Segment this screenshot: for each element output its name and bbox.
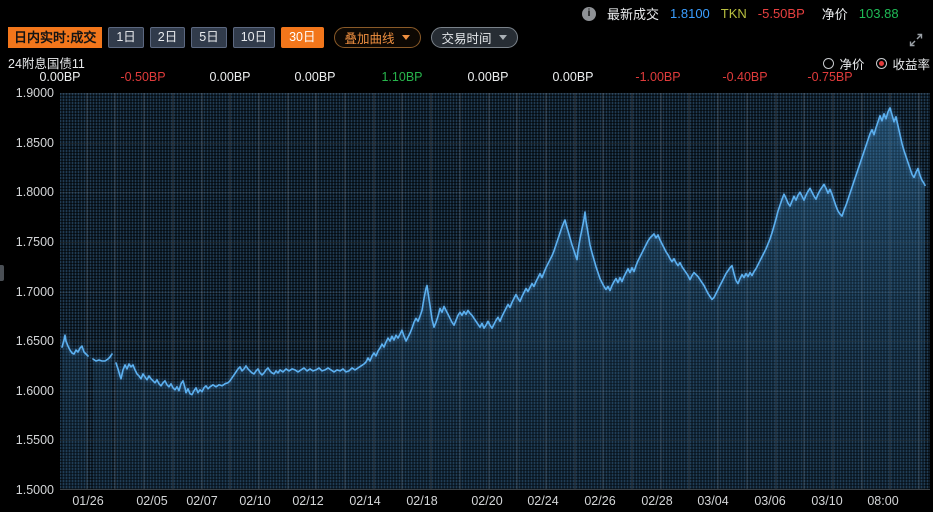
range-button-5日[interactable]: 5日 — [191, 27, 226, 48]
bp-change-label: 1.10BP — [357, 70, 447, 84]
expand-chart-button[interactable] — [906, 30, 926, 50]
realtime-trades-button[interactable]: 日内实时:成交 — [8, 27, 102, 48]
x-tick-label: 02/07 — [172, 494, 232, 508]
x-tick-label: 03/10 — [797, 494, 857, 508]
radio-selected-icon — [876, 58, 887, 69]
area-fill — [62, 108, 925, 490]
net-price-value: 103.88 — [859, 6, 899, 21]
x-tick-label: 03/04 — [683, 494, 743, 508]
y-tick-label: 1.7500 — [0, 235, 54, 249]
expand-icon — [906, 30, 926, 50]
mode-option-yield[interactable]: 收益率 — [876, 54, 930, 73]
y-tick-label: 1.5500 — [0, 433, 54, 447]
sidebar-handle[interactable] — [0, 265, 4, 281]
x-tick-label: 02/28 — [627, 494, 687, 508]
y-tick-label: 1.6500 — [0, 334, 54, 348]
x-tick-label: 02/26 — [570, 494, 630, 508]
chart-toolbar: 日内实时:成交 1日 2日 5日 10日 30日 叠加曲线 交易时间 — [8, 27, 518, 48]
x-tick-label: 02/20 — [457, 494, 517, 508]
bp-change-label: 0.00BP — [15, 70, 105, 84]
bp-change-label: -0.75BP — [785, 70, 875, 84]
y-tick-label: 1.6000 — [0, 384, 54, 398]
bp-change-label: 0.00BP — [443, 70, 533, 84]
y-tick-label: 1.8500 — [0, 136, 54, 150]
range-button-30日[interactable]: 30日 — [281, 27, 323, 48]
x-tick-label: 02/24 — [513, 494, 573, 508]
ticker-bar: i 最新成交 1.8100 TKN -5.50BP 净价 103.88 — [582, 4, 899, 23]
radio-icon — [823, 58, 834, 69]
x-tick-label: 02/14 — [335, 494, 395, 508]
x-tick-label: 02/18 — [392, 494, 452, 508]
bp-change-label: 0.00BP — [270, 70, 360, 84]
trade-code: TKN — [721, 6, 747, 21]
range-button-10日[interactable]: 10日 — [233, 27, 275, 48]
x-tick-label: 01/26 — [58, 494, 118, 508]
y-tick-label: 1.5000 — [0, 483, 54, 497]
trading-hours-label: 交易时间 — [442, 28, 492, 47]
bp-change-label: 0.00BP — [185, 70, 275, 84]
range-button-2日[interactable]: 2日 — [150, 27, 185, 48]
mode-yield-label: 收益率 — [892, 54, 930, 73]
y-tick-label: 1.9000 — [0, 86, 54, 100]
bp-change-label: 0.00BP — [528, 70, 618, 84]
info-icon[interactable]: i — [582, 7, 596, 21]
yield-line-chart — [60, 93, 930, 490]
chevron-down-icon — [499, 35, 507, 40]
range-button-1日[interactable]: 1日 — [108, 27, 143, 48]
range-button-group: 1日 2日 5日 10日 30日 — [108, 27, 323, 48]
x-tick-label: 03/06 — [740, 494, 800, 508]
latest-trade-value: 1.8100 — [670, 6, 710, 21]
chart-canvas[interactable] — [60, 93, 930, 490]
y-tick-label: 1.8000 — [0, 185, 54, 199]
x-tick-label: 02/12 — [278, 494, 338, 508]
bp-change-label: -1.00BP — [613, 70, 703, 84]
trade-change-bp: -5.50BP — [758, 6, 805, 21]
overlay-curve-label: 叠加曲线 — [345, 28, 395, 47]
x-tick-label: 02/10 — [225, 494, 285, 508]
trading-hours-dropdown[interactable]: 交易时间 — [431, 27, 518, 48]
chevron-down-icon — [402, 35, 410, 40]
x-tick-label: 08:00 — [853, 494, 913, 508]
bp-change-label: -0.50BP — [98, 70, 188, 84]
overlay-curve-dropdown[interactable]: 叠加曲线 — [334, 27, 421, 48]
trading-chart-window: i 最新成交 1.8100 TKN -5.50BP 净价 103.88 日内实时… — [0, 0, 933, 512]
net-price-label: 净价 — [822, 4, 848, 23]
y-tick-label: 1.7000 — [0, 285, 54, 299]
latest-trade-label: 最新成交 — [607, 4, 659, 23]
bp-change-label: -0.40BP — [700, 70, 790, 84]
